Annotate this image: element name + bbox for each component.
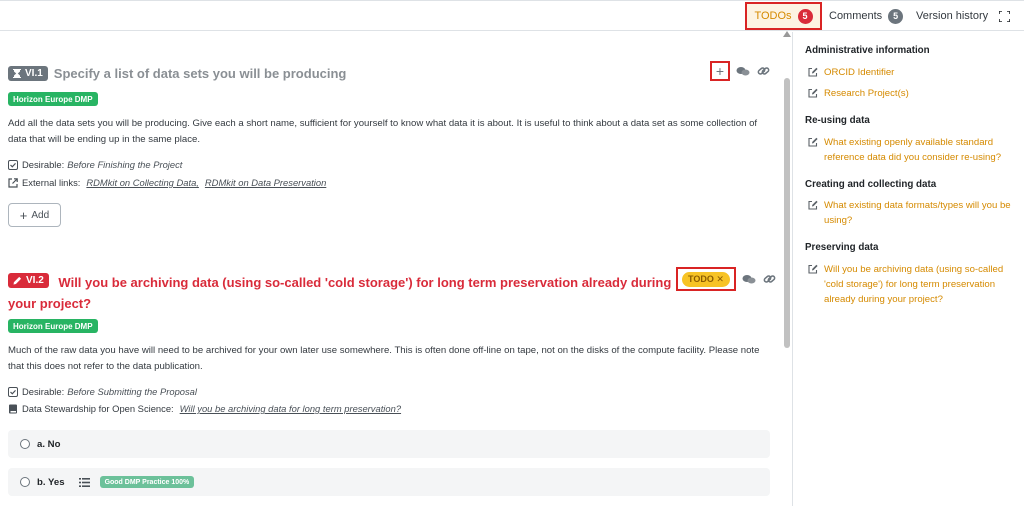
todo-section-title: Administrative information bbox=[805, 45, 930, 56]
top-tab-bar: TODOs 5 Comments 5 Version history bbox=[0, 0, 1024, 31]
question-description: Much of the raw data you have will need … bbox=[8, 345, 760, 372]
todo-section-title: Creating and collecting data bbox=[805, 179, 937, 190]
todo-link[interactable]: ORCID Identifier bbox=[808, 65, 1018, 80]
link-icon[interactable] bbox=[762, 272, 776, 286]
question-header: VI.1 Specify a list of data sets you wil… bbox=[8, 66, 346, 81]
edit-icon bbox=[808, 264, 818, 274]
list-icon bbox=[78, 477, 90, 487]
question-actions: + bbox=[710, 61, 770, 81]
book-icon bbox=[9, 404, 17, 413]
tab-comments-label: Comments bbox=[829, 10, 883, 22]
radio-button[interactable] bbox=[20, 477, 30, 487]
add-button[interactable]: + Add bbox=[8, 203, 61, 227]
comments-count-badge: 5 bbox=[888, 8, 904, 24]
link-icon[interactable] bbox=[756, 64, 770, 78]
checkbox-icon bbox=[8, 159, 18, 170]
todo-link[interactable]: Will you be archiving data (using so-cal… bbox=[808, 262, 1018, 307]
horizon-europe-tag: Horizon Europe DMP bbox=[8, 92, 98, 106]
book-reference: Data Stewardship for Open Science: Will … bbox=[8, 403, 401, 414]
external-link-collecting[interactable]: RDMkit on Collecting Data, bbox=[86, 177, 199, 188]
todo-badge[interactable]: TODO ✕ bbox=[682, 271, 730, 287]
todo-link[interactable]: What existing data formats/types will yo… bbox=[808, 198, 1018, 228]
todo-link[interactable]: Research Project(s) bbox=[808, 86, 1018, 101]
todos-count-badge: 5 bbox=[797, 8, 813, 24]
edit-icon bbox=[808, 67, 818, 77]
plus-icon: + bbox=[19, 207, 28, 223]
answer-option-no[interactable]: a. No bbox=[8, 430, 770, 458]
questionnaire-content: VI.1 Specify a list of data sets you wil… bbox=[0, 32, 780, 506]
tab-todos-label: TODOs bbox=[754, 10, 792, 22]
pencil-icon bbox=[13, 276, 22, 285]
book-link[interactable]: Will you be archiving data for long term… bbox=[180, 403, 401, 414]
question-number-badge: VI.2 bbox=[8, 273, 49, 288]
answer-option-yes[interactable]: b. Yes Good DMP Practice 100% bbox=[8, 468, 770, 496]
external-links: External links: RDMkit on Collecting Dat… bbox=[8, 177, 326, 188]
todo-section-title: Preserving data bbox=[805, 242, 879, 253]
question-actions: TODO ✕ bbox=[676, 267, 776, 291]
add-todo-button[interactable]: + bbox=[710, 61, 730, 81]
checkbox-icon bbox=[8, 386, 18, 397]
good-practice-badge: Good DMP Practice 100% bbox=[99, 476, 195, 488]
horizon-europe-tag: Horizon Europe DMP bbox=[8, 319, 98, 333]
desirable-info: Desirable: Before Submitting the Proposa… bbox=[8, 386, 197, 397]
panel-divider bbox=[792, 32, 793, 506]
desirable-info: Desirable: Before Finishing the Project bbox=[8, 159, 182, 170]
edit-icon bbox=[808, 200, 818, 210]
external-link-icon bbox=[8, 177, 18, 188]
hourglass-icon bbox=[13, 69, 21, 78]
radio-button[interactable] bbox=[20, 439, 30, 449]
tab-version-history-label: Version history bbox=[916, 10, 989, 22]
tab-comments[interactable]: Comments 5 bbox=[829, 2, 904, 30]
edit-icon bbox=[808, 137, 818, 147]
scroll-up-arrow-icon[interactable] bbox=[783, 31, 791, 37]
question-number-badge: VI.1 bbox=[8, 66, 48, 81]
question-description: Add all the data sets you will be produc… bbox=[8, 118, 758, 145]
external-link-preservation[interactable]: RDMkit on Data Preservation bbox=[205, 177, 326, 188]
todo-highlight: TODO ✕ bbox=[676, 267, 736, 291]
scrollbar-thumb[interactable] bbox=[784, 78, 790, 348]
edit-icon bbox=[808, 88, 818, 98]
expand-icon[interactable] bbox=[999, 2, 1010, 30]
todo-section-title: Re-using data bbox=[805, 115, 870, 126]
tab-todos[interactable]: TODOs 5 bbox=[745, 2, 822, 30]
comments-icon[interactable] bbox=[742, 272, 756, 286]
todo-link[interactable]: What existing openly available standard … bbox=[808, 135, 1018, 165]
comments-icon[interactable] bbox=[736, 64, 750, 78]
tab-version-history[interactable]: Version history bbox=[916, 2, 988, 30]
question-title: Specify a list of data sets you will be … bbox=[53, 66, 347, 81]
question-title-todo: VI.2 Will you be archiving data (using s… bbox=[8, 273, 672, 311]
